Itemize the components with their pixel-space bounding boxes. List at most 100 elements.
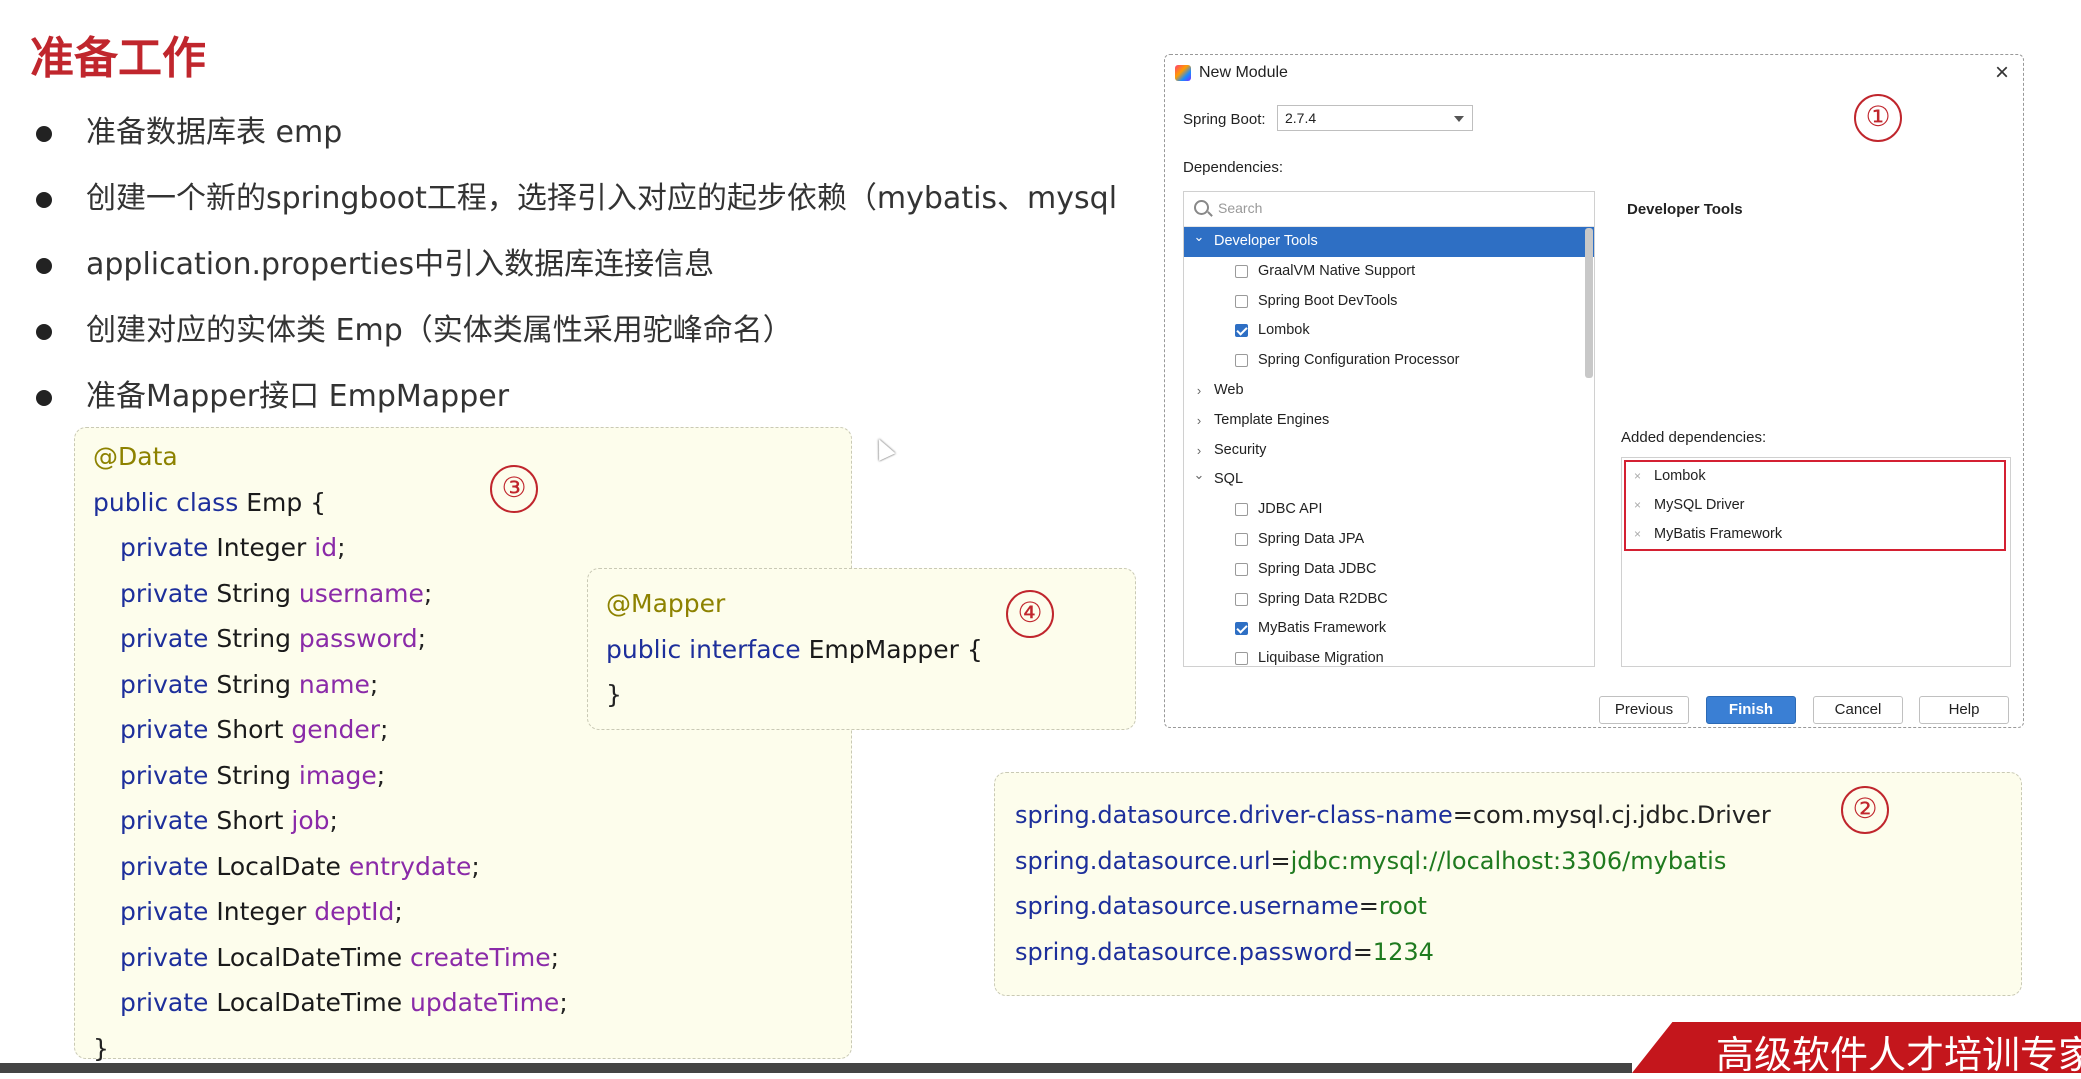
- dependency-checkbox[interactable]: [1235, 264, 1248, 278]
- bullet-list: 准备数据库表 emp 创建一个新的springboot工程，选择引入对应的起步依…: [30, 108, 1117, 438]
- dependency-item[interactable]: MyBatis Framework: [1184, 614, 1594, 644]
- field-declaration: private LocalDateTime createTime;: [93, 935, 568, 981]
- dialog-title: New Module: [1199, 64, 1288, 81]
- field-name: createTime: [410, 942, 551, 972]
- property-line: spring.datasource.username=root: [1015, 884, 1771, 930]
- semicolon: ;: [394, 897, 403, 926]
- dependency-item[interactable]: Lombok: [1184, 316, 1594, 346]
- help-button[interactable]: Help: [1919, 696, 2009, 724]
- equals-sign: =: [1352, 937, 1373, 966]
- tree-category[interactable]: › Security: [1184, 436, 1594, 466]
- dependency-checkbox[interactable]: [1235, 324, 1248, 338]
- field-declaration: private String image;: [93, 753, 568, 799]
- dependency-item[interactable]: Liquibase Migration: [1184, 644, 1594, 666]
- field-modifier: private: [120, 715, 209, 744]
- semicolon: ;: [329, 806, 338, 835]
- dependency-checkbox[interactable]: [1235, 622, 1248, 636]
- dependency-checkbox[interactable]: [1235, 294, 1248, 308]
- field-name: name: [298, 669, 370, 699]
- field-name: job: [291, 806, 330, 835]
- chevron-down-icon[interactable]: ⌄: [1192, 460, 1206, 490]
- field-type: LocalDateTime: [216, 988, 403, 1017]
- dependency-label: MyBatis Framework: [1258, 620, 1387, 637]
- spring-boot-version-value: 2.7.4: [1285, 110, 1317, 126]
- semicolon: ;: [369, 669, 379, 699]
- chevron-down-icon[interactable]: ⌄: [1192, 222, 1206, 252]
- bullet-item: 创建一个新的springboot工程，选择引入对应的起步依赖（mybatis、m…: [30, 174, 1117, 240]
- dependency-label: Spring Data JPA: [1258, 530, 1365, 547]
- tree-scrollbar[interactable]: [1585, 228, 1593, 378]
- field-declaration: private Integer id;: [93, 525, 568, 571]
- added-dependency-label: Lombok: [1654, 468, 1706, 484]
- dependency-tree-rows: ⌄ Developer Tools GraalVM Native Support Sp…: [1184, 227, 1594, 666]
- mapper-annotation: @Mapper: [606, 589, 726, 618]
- chevron-right-icon[interactable]: ›: [1192, 376, 1206, 406]
- dependency-label: Spring Data R2DBC: [1258, 590, 1388, 607]
- marker-3: ③: [490, 465, 538, 513]
- field-type: String: [216, 760, 291, 790]
- dependency-search-input[interactable]: Search: [1184, 192, 1594, 227]
- field-declaration: private Short job;: [93, 798, 568, 844]
- dependency-checkbox[interactable]: [1235, 354, 1248, 368]
- semicolon: ;: [417, 624, 427, 653]
- field-name: image: [298, 760, 377, 790]
- dependency-checkbox[interactable]: [1235, 562, 1248, 576]
- field-modifier: private: [120, 578, 209, 608]
- property-key: spring.datasource.password: [1015, 937, 1353, 966]
- dependency-item[interactable]: GraalVM Native Support: [1184, 257, 1594, 287]
- dependency-item[interactable]: Spring Configuration Processor: [1184, 346, 1594, 376]
- cancel-button[interactable]: Cancel: [1813, 696, 1903, 724]
- field-declaration: private String name;: [93, 662, 568, 708]
- dependency-item[interactable]: JDBC API: [1184, 495, 1594, 525]
- property-line: spring.datasource.driver-class-name=com.…: [1015, 793, 1771, 839]
- dependency-checkbox[interactable]: [1235, 532, 1248, 546]
- field-name: gender: [291, 715, 381, 744]
- finish-button[interactable]: Finish: [1706, 696, 1796, 724]
- interface-keyword: public interface: [606, 634, 801, 664]
- remove-icon[interactable]: ×: [1634, 491, 1641, 520]
- chevron-right-icon[interactable]: ›: [1192, 406, 1206, 436]
- dependency-item[interactable]: Spring Data JPA: [1184, 525, 1594, 555]
- dependency-tree: Search ⌄ Developer Tools GraalVM Native Su…: [1183, 191, 1595, 667]
- property-key: spring.datasource.username: [1015, 892, 1359, 920]
- field-modifier: private: [120, 806, 209, 835]
- added-dependency-item: × Lombok: [1626, 462, 2004, 491]
- dependency-checkbox[interactable]: [1235, 592, 1248, 606]
- dependency-checkbox[interactable]: [1235, 503, 1248, 517]
- banner-text: 高级软件人才培训专家: [1716, 1033, 2081, 1077]
- tree-category[interactable]: › Template Engines: [1184, 406, 1594, 436]
- field-type: String: [216, 578, 291, 608]
- emp-class-code: @Data public class Emp { private Integer…: [74, 427, 852, 1063]
- remove-icon[interactable]: ×: [1634, 520, 1641, 549]
- property-value: com.mysql.cj.jdbc.Driver: [1472, 801, 1771, 829]
- spring-boot-version-select[interactable]: 2.7.4: [1277, 105, 1473, 131]
- field-declaration: private LocalDateTime updateTime;: [93, 980, 568, 1026]
- field-declaration: private Integer deptId;: [93, 889, 568, 935]
- dependency-item[interactable]: Spring Data R2DBC: [1184, 585, 1594, 615]
- remove-icon[interactable]: ×: [1634, 462, 1641, 491]
- previous-button[interactable]: Previous: [1599, 696, 1689, 724]
- field-modifier: private: [120, 942, 209, 972]
- properties-lines: spring.datasource.driver-class-name=com.…: [1015, 793, 1771, 975]
- tree-category[interactable]: ⌄ Developer Tools: [1184, 227, 1594, 257]
- category-label: SQL: [1214, 471, 1244, 488]
- bullet-item: application.properties中引入数据库连接信息: [30, 240, 1117, 306]
- dependency-checkbox[interactable]: [1235, 652, 1248, 666]
- tree-category[interactable]: › Web: [1184, 376, 1594, 406]
- added-dependency-label: MyBatis Framework: [1654, 526, 1783, 542]
- mapper-interface-code: @Mapper public interface EmpMapper { }: [587, 568, 1136, 730]
- field-modifier: private: [120, 897, 209, 926]
- spring-boot-label: Spring Boot:: [1183, 111, 1266, 128]
- field-modifier: private: [120, 669, 209, 699]
- dependency-item[interactable]: Spring Boot DevTools: [1184, 287, 1594, 317]
- field-modifier: private: [120, 533, 209, 562]
- marker-4: ④: [1006, 590, 1054, 638]
- dependency-item[interactable]: Spring Data JDBC: [1184, 555, 1594, 585]
- dependency-detail-panel: Developer Tools Added dependencies: × Lom…: [1621, 191, 2011, 667]
- tree-category[interactable]: ⌄ SQL: [1184, 465, 1594, 495]
- property-line: spring.datasource.url=jdbc:mysql://local…: [1015, 839, 1771, 885]
- property-value: jdbc:mysql://localhost:3306/mybatis: [1290, 846, 1727, 875]
- field-modifier: private: [120, 988, 209, 1017]
- interface-close-brace: }: [606, 680, 622, 709]
- close-icon[interactable]: ×: [1995, 59, 2009, 87]
